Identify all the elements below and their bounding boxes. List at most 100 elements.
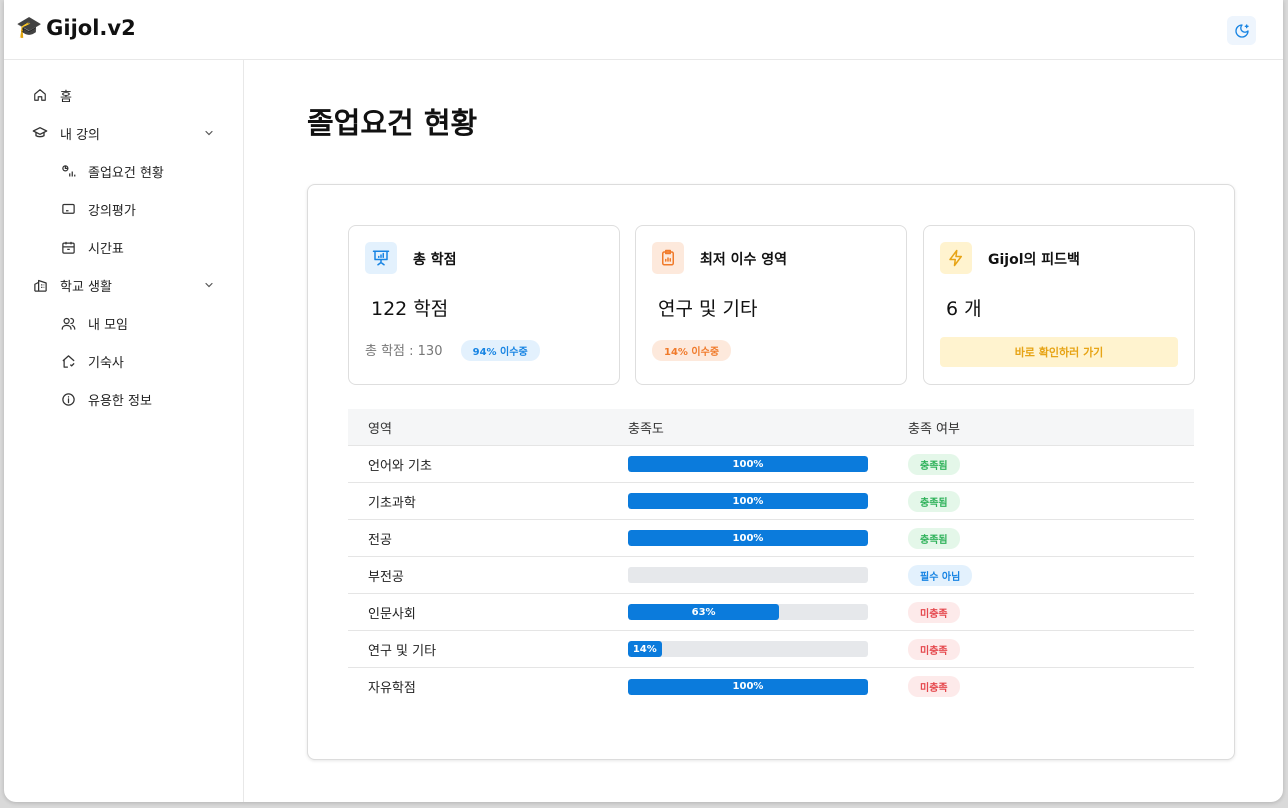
building-icon [32,277,48,293]
house-icon [60,353,76,369]
page-title: 졸업요건 현황 [307,106,478,140]
sidebar-item-useful-info[interactable]: 유용한 정보 [4,380,243,418]
min-area-card: 최저 이수 영역 연구 및 기타 14% 이수중 [635,225,907,385]
fulfillment-cell: 100% [628,456,908,472]
area-name: 인문사회 [368,606,416,622]
chevron-down-icon[interactable] [203,279,215,291]
progress-bar [628,567,868,583]
sidebar-item-dormitory[interactable]: 기숙사 [4,342,243,380]
progress-bar: 100% [628,678,868,695]
review-icon [60,201,76,217]
progress-bar: 100% [628,456,868,472]
table-body: 언어와 기초 100% 충족됨 기초과학 100% 충족됨 전공 100% 충족됨 부전공 필수 아… [348,446,1194,705]
card-value: 연구 및 기타 [658,298,758,320]
info-icon [60,391,76,407]
column-header-fulfillment: 충족도 [628,421,664,437]
area-name: 언어와 기초 [368,458,432,474]
fulfillment-cell: 100% [628,678,908,695]
sidebar-item-home[interactable]: 홈 [4,76,243,114]
fulfillment-cell: 14% [628,641,908,657]
sidebar-item-label: 유용한 정보 [88,393,152,409]
area-name: 기초과학 [368,495,416,511]
table-row: 인문사회 63% 미충족 [348,594,1194,631]
column-header-area: 영역 [368,421,392,437]
users-icon [60,315,76,331]
sidebar-item-campus-life[interactable]: 학교 생활 [4,266,243,304]
table-row: 기초과학 100% 충족됨 [348,483,1194,520]
calendar-icon [60,239,76,255]
card-value: 6 개 [946,298,982,320]
column-header-status: 충족 여부 [908,421,960,437]
table-row: 자유학점 100% 미충족 [348,668,1194,705]
sidebar: 홈 내 강의 졸업요건 현황 강의평가 시간표 학교 생활 내 모임 기숙사 유… [4,60,244,802]
progress-fill: 100% [628,678,868,695]
area-name: 연구 및 기타 [368,643,437,659]
status-cell: 충족됨 [908,490,960,512]
sidebar-item-course-review[interactable]: 강의평가 [4,190,243,228]
progress-bar: 100% [628,493,868,509]
sidebar-item-label: 강의평가 [88,203,136,219]
progress-fill: 63% [628,604,780,620]
status-cell: 미충족 [908,638,960,660]
status-badge: 충족됨 [908,453,960,475]
status-cell: 미충족 [908,601,960,623]
area-name: 부전공 [368,569,404,585]
sidebar-item-timetable[interactable]: 시간표 [4,228,243,266]
chart-icon [60,163,76,179]
home-icon [32,87,48,103]
requirements-table: 영역 충족도 충족 여부 언어와 기초 100% 충족됨 기초과학 100% 충족됨 전공 1… [348,409,1194,705]
sidebar-item-label: 홈 [60,89,72,105]
graduation-cap-logo-icon: 🎓 [16,15,43,39]
progress-bar: 63% [628,604,868,620]
presentation-icon [365,242,397,274]
moon-icon [1234,23,1249,38]
go-check-feedback-button[interactable]: 바로 확인하러 가기 [940,337,1178,367]
card-subtext: 14% 이수중 [652,340,732,361]
status-badge: 미충족 [908,676,960,697]
status-badge: 필수 아님 [908,564,973,586]
sidebar-item-my-groups[interactable]: 내 모임 [4,304,243,342]
fulfillment-cell: 63% [628,604,908,620]
table-row: 언어와 기초 100% 충족됨 [348,446,1194,483]
progress-bar: 100% [628,530,868,546]
graduation-status-panel: 총 학점 122 학점 총 학점 : 130 94% 이수중 최저 이수 영역 … [307,184,1235,760]
status-cell: 필수 아님 [908,564,973,586]
theme-toggle-button[interactable] [1227,16,1256,45]
sidebar-item-label: 기숙사 [88,355,124,371]
status-badge: 충족됨 [908,490,960,512]
progress-fill: 100% [628,493,868,509]
status-badge: 94% 이수중 [460,340,540,361]
status-badge: 미충족 [908,601,960,623]
sidebar-item-label: 내 강의 [60,127,101,143]
sidebar-item-my-courses[interactable]: 내 강의 [4,114,243,152]
top-bar: 🎓 Gijol.v2 [4,0,1283,60]
area-name: 자유학점 [368,681,416,696]
total-required-credits: 총 학점 : 130 [365,344,443,359]
table-row: 전공 100% 충족됨 [348,520,1194,557]
brand-logo[interactable]: 🎓 Gijol.v2 [16,15,136,40]
status-cell: 충족됨 [908,453,960,475]
app-title: Gijol.v2 [46,15,136,40]
chevron-down-icon[interactable] [203,127,215,139]
status-cell: 미충족 [908,676,960,697]
sidebar-item-label: 내 모임 [88,317,129,333]
sidebar-item-label: 학교 생활 [60,279,112,295]
card-title: Gijol의 피드백 [988,252,1080,268]
progress-fill: 100% [628,530,868,546]
status-cell: 충족됨 [908,527,960,549]
total-credits-card: 총 학점 122 학점 총 학점 : 130 94% 이수중 [348,225,620,385]
progress-fill: 14% [628,641,662,657]
fulfillment-cell: 100% [628,530,908,546]
feedback-card: Gijol의 피드백 6 개 바로 확인하러 가기 [923,225,1195,385]
table-row: 연구 및 기타 14% 미충족 [348,631,1194,668]
sidebar-item-label: 졸업요건 현황 [88,165,164,181]
card-title: 총 학점 [413,252,457,268]
app-window: 🎓 Gijol.v2 홈 내 강의 졸업요건 현황 강의평가 시간표 학교 생활… [4,0,1283,802]
progress-bar: 14% [628,641,868,657]
progress-fill: 100% [628,456,868,472]
area-name: 전공 [368,532,392,548]
bolt-icon [940,242,972,274]
sidebar-item-graduation-status[interactable]: 졸업요건 현황 [4,152,243,190]
sidebar-item-label: 시간표 [88,241,124,257]
card-value: 122 학점 [371,298,449,320]
